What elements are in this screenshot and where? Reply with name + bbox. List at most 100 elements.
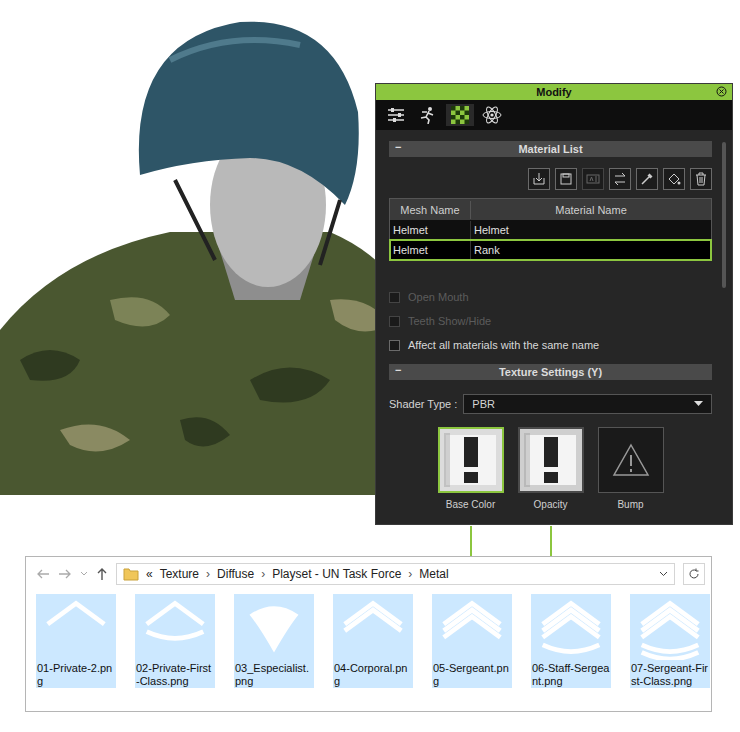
checkbox-row[interactable]: Teeth Show/Hide [389, 314, 712, 328]
slot-label: Bump [617, 499, 643, 510]
section-title: Material List [518, 143, 582, 155]
screen: Modify − Material List Mesh NameMaterial Na… [0, 0, 740, 732]
sliders-icon [386, 106, 406, 124]
material-table: Mesh NameMaterial NameHelmetHelmetHelmet… [389, 198, 712, 261]
texture-slot[interactable]: Base Color [438, 427, 504, 510]
address-bar[interactable]: «Texture›Diffuse›Playset - UN Task Force… [116, 563, 675, 585]
recent-icon[interactable] [80, 571, 88, 577]
file-name: 05-Sergeant.png [432, 660, 512, 688]
slot-thumbnail[interactable] [518, 427, 584, 493]
file-item[interactable]: 07-Sergeant-First-Class.png [630, 594, 710, 688]
insignia-icon [531, 594, 611, 660]
motion-icon [418, 106, 438, 124]
checkbox[interactable] [389, 316, 400, 327]
toolbar-button[interactable] [555, 168, 577, 190]
file-item[interactable]: 06-Staff-Sergeant.png [531, 594, 611, 688]
checker-icon [450, 106, 470, 124]
column-header[interactable]: Material Name [471, 201, 711, 219]
texture-slot[interactable]: Opacity [518, 427, 584, 510]
file-list: 01-Private-2.png 02-Private-First-Class.p… [26, 585, 711, 688]
section-header[interactable]: − Material List [389, 141, 712, 157]
file-explorer: «Texture›Diffuse›Playset - UN Task Force… [25, 556, 712, 712]
texture-slots: Base Color Opacity Bump [389, 427, 712, 510]
material-cell: Rank [471, 241, 711, 259]
toolbar-button[interactable] [528, 168, 550, 190]
tab[interactable] [446, 104, 474, 126]
checkbox-label: Open Mouth [408, 291, 469, 303]
file-item[interactable]: 01-Private-2.png [36, 594, 116, 688]
insignia-icon [234, 594, 314, 660]
refresh-button[interactable] [683, 563, 705, 585]
paint-bucket-icon [667, 172, 681, 186]
atom-icon [482, 106, 502, 124]
file-name: 01-Private-2.png [36, 660, 116, 688]
slot-label: Opacity [534, 499, 568, 510]
up-icon[interactable] [96, 567, 108, 581]
insignia-icon [333, 594, 413, 660]
toolbar-button[interactable] [582, 168, 604, 190]
file-name: 04-Corporal.png [333, 660, 413, 688]
history-dropdown-icon[interactable] [659, 571, 668, 577]
file-item[interactable]: 04-Corporal.png [333, 594, 413, 688]
insignia-icon [432, 594, 512, 660]
save-icon [559, 172, 573, 186]
checkbox-row[interactable]: Affect all materials with the same name [389, 338, 712, 352]
breadcrumb[interactable]: Metal [419, 567, 448, 581]
toolbar-button[interactable] [636, 168, 658, 190]
panel-title: Modify [536, 86, 571, 98]
tab[interactable] [382, 104, 410, 126]
slot-label: Base Color [446, 499, 495, 510]
toolbar-button[interactable] [690, 168, 712, 190]
back-icon[interactable] [36, 568, 50, 580]
insignia-icon [135, 594, 215, 660]
shader-dropdown[interactable]: PBR [463, 394, 712, 414]
close-icon[interactable] [716, 86, 727, 97]
breadcrumb-separator: › [408, 567, 412, 581]
breadcrumb[interactable]: Texture [160, 567, 199, 581]
refresh-icon [688, 568, 700, 580]
breadcrumb[interactable]: Playset - UN Task Force [272, 567, 401, 581]
collapse-toggle[interactable]: − [395, 364, 401, 376]
section-header[interactable]: − Texture Settings (Y) [389, 364, 712, 380]
title-bar: Modify [376, 84, 732, 100]
table-row[interactable]: HelmetRank [390, 240, 711, 260]
eyedropper-icon [640, 172, 654, 186]
options-list: Open Mouth Teeth Show/Hide Affect all mate… [389, 290, 712, 352]
material-cell: Helmet [471, 221, 711, 239]
slot-thumbnail[interactable] [438, 427, 504, 493]
navigation-bar: «Texture›Diffuse›Playset - UN Task Force… [26, 557, 711, 585]
checkbox[interactable] [389, 340, 400, 351]
checkbox-row[interactable]: Open Mouth [389, 290, 712, 304]
insignia-icon [36, 594, 116, 660]
forward-icon[interactable] [58, 568, 72, 580]
table-row[interactable]: HelmetHelmet [390, 220, 711, 240]
breadcrumb[interactable]: Diffuse [217, 567, 254, 581]
slot-thumbnail[interactable] [598, 427, 664, 493]
overflow-marker[interactable]: « [146, 567, 153, 581]
shader-row: Shader Type :PBR [389, 394, 712, 414]
tab[interactable] [414, 104, 442, 126]
column-header[interactable]: Mesh Name [390, 201, 471, 219]
texture-slot[interactable]: Bump [598, 427, 664, 510]
checkbox[interactable] [389, 292, 400, 303]
section-title: Texture Settings (Y) [499, 366, 602, 378]
file-item[interactable]: 05-Sergeant.png [432, 594, 512, 688]
folder-icon [123, 567, 139, 581]
load-icon [532, 172, 546, 186]
file-name: 03_Especialist.png [234, 660, 314, 688]
file-name: 07-Sergeant-First-Class.png [630, 660, 710, 688]
file-item[interactable]: 02-Private-First-Class.png [135, 594, 215, 688]
collapse-toggle[interactable]: − [395, 141, 401, 153]
warning-icon [611, 442, 651, 478]
trash-icon [694, 172, 708, 186]
file-item[interactable]: 03_Especialist.png [234, 594, 314, 688]
file-name: 02-Private-First-Class.png [135, 660, 215, 688]
toolbar-button[interactable] [663, 168, 685, 190]
tab[interactable] [478, 104, 506, 126]
toolbar-button[interactable] [609, 168, 631, 190]
material-toolbar [389, 168, 712, 190]
checkbox-label: Teeth Show/Hide [408, 315, 491, 327]
scrollbar[interactable] [722, 142, 726, 288]
modify-panel: Modify − Material List Mesh NameMaterial Na… [375, 83, 733, 525]
file-name: 06-Staff-Sergeant.png [531, 660, 611, 688]
